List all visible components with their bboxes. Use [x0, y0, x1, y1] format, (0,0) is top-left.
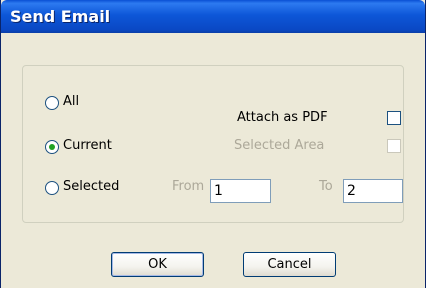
ok-button[interactable]: OK	[111, 252, 204, 277]
cancel-button[interactable]: Cancel	[243, 252, 336, 277]
from-input[interactable]: 1	[210, 179, 271, 203]
selected-area-label: Selected Area	[234, 138, 325, 153]
radio-current[interactable]	[45, 140, 59, 154]
radio-all-label[interactable]: All	[63, 94, 79, 109]
attach-pdf-label[interactable]: Attach as PDF	[237, 110, 328, 125]
radio-current-label[interactable]: Current	[63, 138, 112, 153]
title-bar[interactable]: Send Email	[1, 0, 425, 33]
to-input[interactable]: 2	[343, 179, 403, 203]
send-email-dialog: Send Email All Current Selected Attach a…	[0, 0, 426, 288]
radio-selected[interactable]	[45, 181, 59, 195]
from-label: From	[172, 179, 205, 194]
radio-selected-label[interactable]: Selected	[63, 179, 119, 194]
to-label: To	[319, 179, 333, 194]
dialog-title: Send Email	[10, 7, 111, 26]
selected-area-checkbox	[387, 139, 401, 153]
attach-pdf-checkbox[interactable]	[387, 111, 401, 125]
radio-all[interactable]	[45, 96, 59, 110]
